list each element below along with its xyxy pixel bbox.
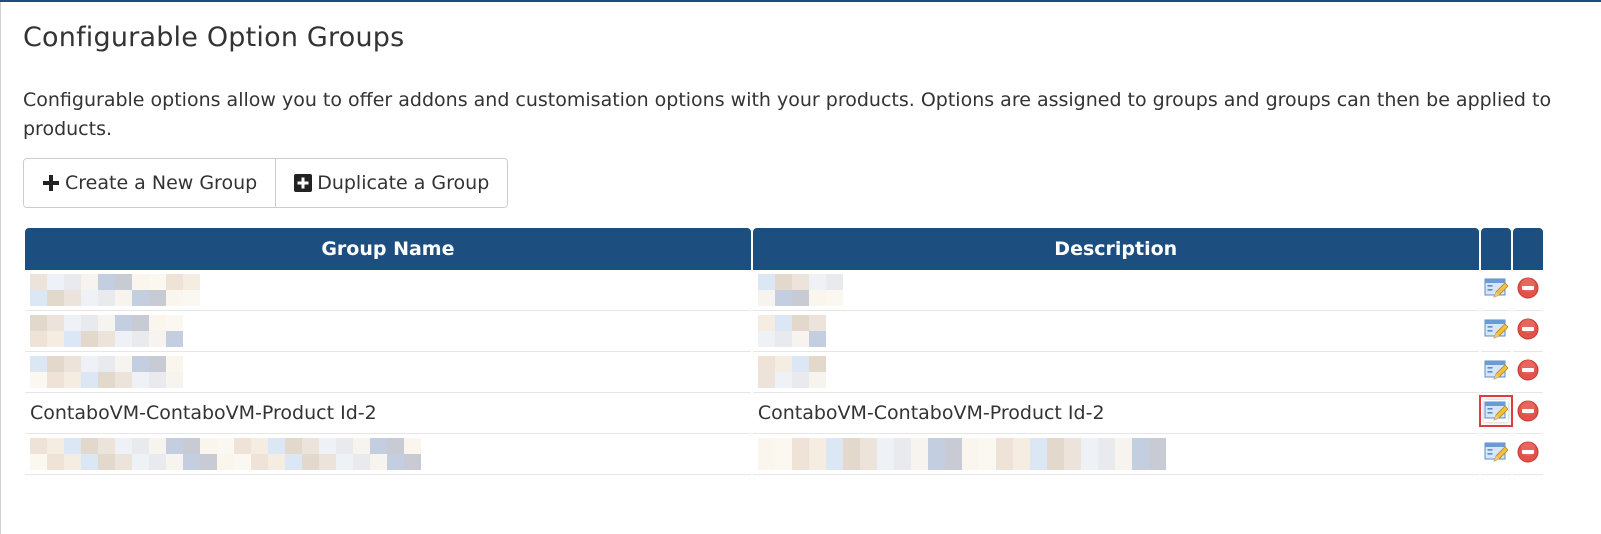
toolbar-button-group: Create a New Group Duplicate a Group [23, 158, 509, 208]
table-row [25, 434, 1543, 475]
delete-cell [1512, 393, 1543, 434]
delete-icon[interactable] [1517, 400, 1539, 422]
column-header-group-name[interactable]: Group Name [25, 228, 751, 270]
column-header-delete [1512, 228, 1543, 270]
edit-icon[interactable] [1484, 359, 1508, 381]
description-cell: ContaboVM-ContaboVM-Product Id-2 [752, 393, 1479, 434]
description-cell [752, 434, 1479, 475]
content-left-border [0, 2, 1, 534]
edit-cell [1480, 352, 1511, 393]
redacted-text [30, 315, 183, 347]
redacted-text [757, 315, 826, 347]
duplicate-group-label: Duplicate a Group [317, 172, 490, 194]
delete-icon[interactable] [1517, 441, 1539, 463]
redacted-text [757, 274, 843, 306]
redacted-text [30, 274, 200, 306]
group-name-cell [25, 270, 751, 311]
delete-icon[interactable] [1517, 277, 1539, 299]
table-row [25, 270, 1543, 311]
edit-icon[interactable] [1484, 441, 1508, 463]
group-name-cell [25, 311, 751, 352]
edit-icon[interactable] [1484, 318, 1508, 340]
create-group-button[interactable]: Create a New Group [24, 159, 276, 207]
delete-icon[interactable] [1517, 318, 1539, 340]
duplicate-group-button[interactable]: Duplicate a Group [275, 159, 508, 207]
create-group-label: Create a New Group [65, 172, 258, 194]
top-accent-bar [0, 0, 1601, 2]
redacted-text [30, 356, 183, 388]
table-row: ContaboVM-ContaboVM-Product Id-2 ContaboV… [25, 393, 1543, 434]
table-row [25, 352, 1543, 393]
description-cell [752, 311, 1479, 352]
delete-cell [1512, 270, 1543, 311]
column-header-description[interactable]: Description [752, 228, 1479, 270]
delete-icon[interactable] [1517, 359, 1539, 381]
plus-icon [42, 174, 60, 192]
table-header-row: Group Name Description [25, 228, 1543, 270]
group-name-text: ContaboVM-ContaboVM-Product Id-2 [30, 402, 377, 424]
description-cell [752, 270, 1479, 311]
edit-cell [1480, 270, 1511, 311]
table-row [25, 311, 1543, 352]
redacted-text [757, 438, 1166, 470]
group-name-cell [25, 352, 751, 393]
column-header-edit [1480, 228, 1511, 270]
edit-cell [1480, 311, 1511, 352]
edit-icon[interactable] [1484, 277, 1508, 299]
delete-cell [1512, 434, 1543, 475]
page-intro: Configurable options allow you to offer … [23, 89, 1552, 140]
description-text: ContaboVM-ContaboVM-Product Id-2 [757, 402, 1105, 424]
redacted-text [757, 356, 826, 388]
group-name-cell [25, 434, 751, 475]
delete-cell [1512, 352, 1543, 393]
option-groups-table: Group Name Description ContaboVM-Contabo… [23, 228, 1545, 475]
delete-cell [1512, 311, 1543, 352]
redacted-text [30, 438, 421, 470]
edit-icon[interactable] [1478, 394, 1513, 427]
edit-cell [1480, 434, 1511, 475]
group-name-cell: ContaboVM-ContaboVM-Product Id-2 [25, 393, 751, 434]
plus-square-icon [294, 174, 313, 192]
page-title: Configurable Option Groups [23, 22, 405, 53]
edit-cell [1478, 393, 1513, 434]
description-cell [752, 352, 1479, 393]
